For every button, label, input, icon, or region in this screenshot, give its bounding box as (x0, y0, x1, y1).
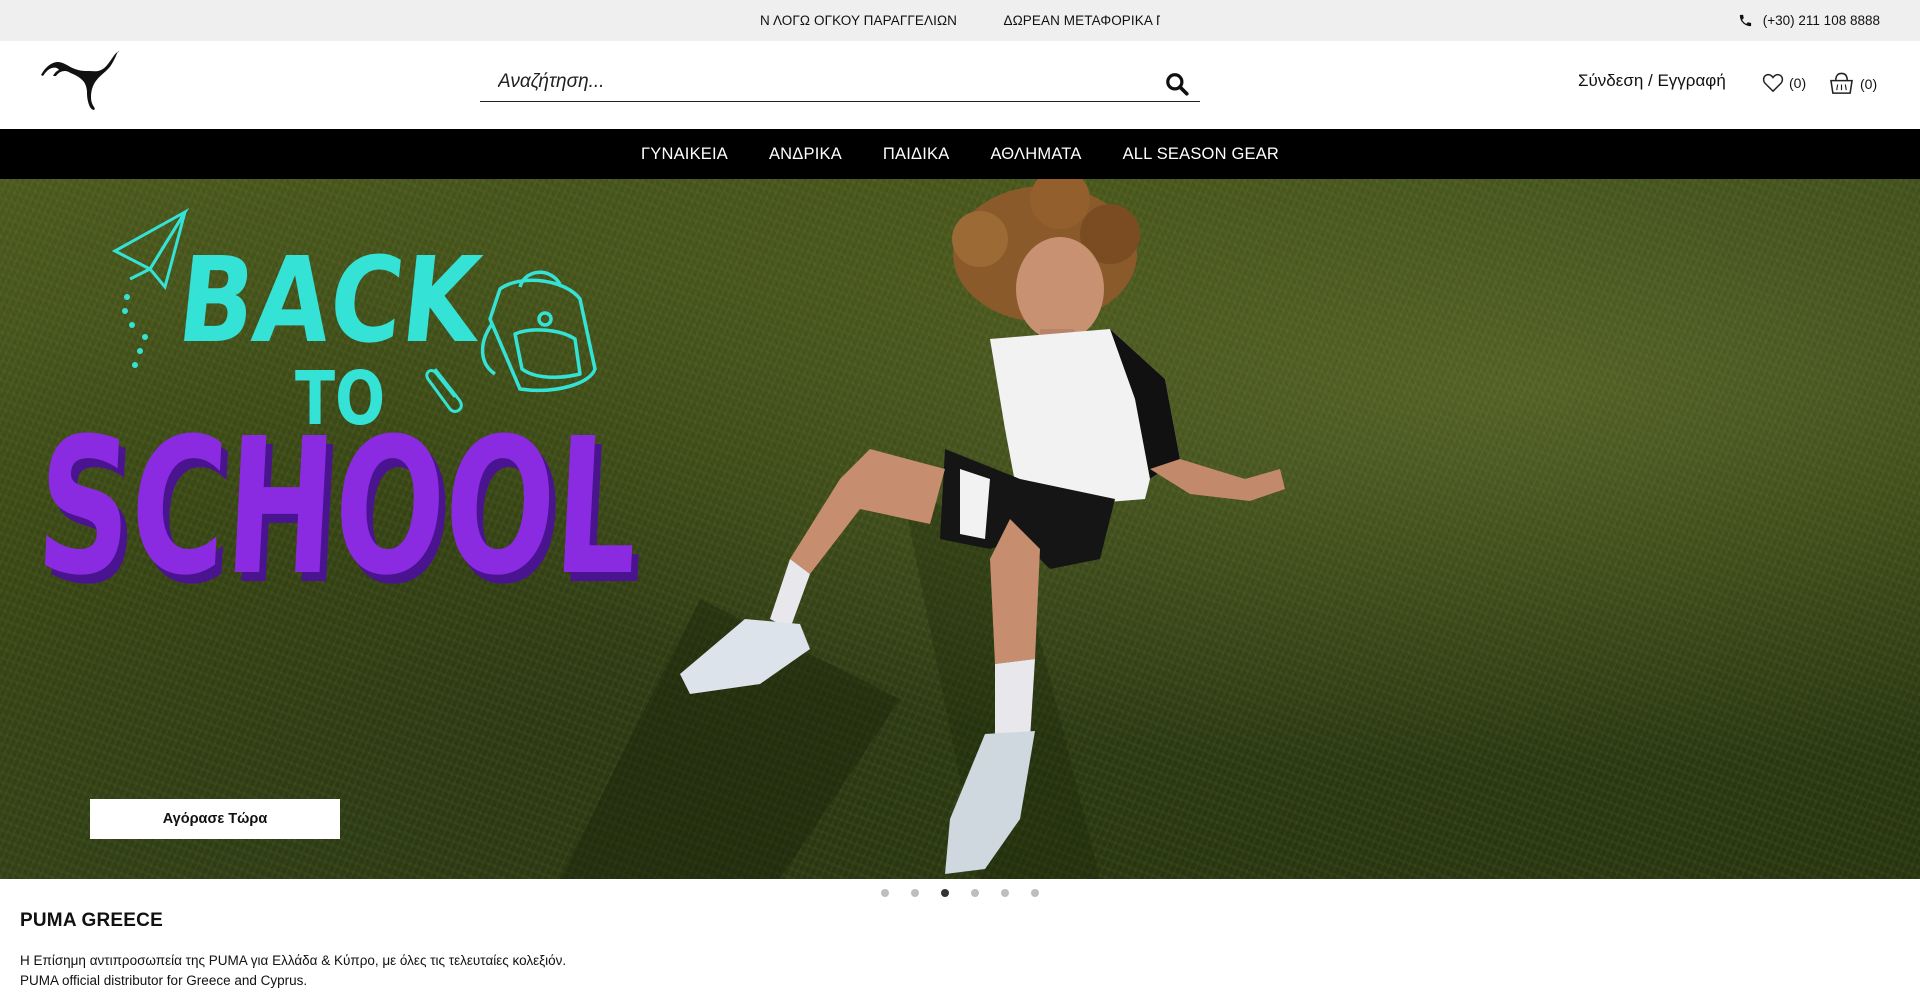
dotted-trail-doodle (122, 294, 148, 368)
main-nav: ΓΥΝΑΙΚΕΙΑ ΑΝΔΡΙΚΑ ΠΑΙΔΙΚΑ ΑΘΛΗΜΑΤΑ ALL S… (0, 129, 1920, 179)
heart-icon (1762, 73, 1784, 93)
bag-icon (1830, 72, 1853, 94)
contact-phone[interactable]: (+30) 211 108 8888 (1738, 0, 1880, 41)
search-icon[interactable] (1164, 71, 1190, 97)
ticker-message: Ν ΛΟΓΩ ΟΓΚΟΥ ΠΑΡΑΓΓΕΛΙΩΝ (760, 13, 958, 28)
nav-item-all-season-gear[interactable]: ALL SEASON GEAR (1123, 145, 1279, 164)
cart-button[interactable]: (0) (1828, 72, 1877, 95)
nav-item-women[interactable]: ΓΥΝΑΙΚΕΙΑ (641, 145, 728, 164)
search-bar (480, 63, 1200, 102)
cart-count: (0) (1860, 75, 1878, 92)
about-description-en: PUMA official distributor for Greece and… (20, 973, 308, 988)
carousel-dot[interactable] (971, 889, 979, 897)
carousel-dot[interactable] (1001, 889, 1009, 897)
hero-banner[interactable]: BACK TO SCHOOL SCHOOL Αγόρασε Τώρα (0, 179, 1920, 879)
nav-item-men[interactable]: ΑΝΔΡΙΚΑ (769, 145, 842, 164)
backpack-doodle (480, 270, 597, 393)
announcement-bar: Ν ΛΟΓΩ ΟΓΚΟΥ ΠΑΡΑΓΓΕΛΙΩΝ ΔΩΡΕΑΝ ΜΕΤΑΦΟΡΙ… (0, 0, 1920, 41)
shop-now-button[interactable]: Αγόρασε Τώρα (90, 799, 340, 839)
site-header: Σύνδεση / Εγγραφή (0) (0) (0, 41, 1920, 129)
login-register-link[interactable]: Σύνδεση / Εγγραφή (1578, 71, 1726, 91)
about-description: Η Επίσημη αντιπροσωπεία της PUMA για Ελλ… (20, 953, 567, 968)
puma-logo[interactable] (38, 51, 120, 117)
hero-artwork: BACK TO SCHOOL SCHOOL (32, 179, 1285, 879)
phone-icon (1739, 14, 1751, 27)
paper-plane-doodle (111, 207, 190, 291)
hero-headline-school: SCHOOL SCHOOL (32, 398, 650, 626)
ticker-message: ΔΩΡΕΑΝ ΜΕΤΑΦΟΡΙΚΑ ΓΙΑ (1003, 13, 1160, 28)
carousel-indicators (0, 885, 1920, 901)
nav-item-kids[interactable]: ΠΑΙΔΙΚΑ (883, 145, 950, 164)
carousel-dot[interactable] (911, 889, 919, 897)
carousel-dot-active[interactable] (941, 889, 949, 897)
svg-text:SCHOOL: SCHOOL (32, 398, 643, 617)
hero-headline-back: BACK (172, 231, 490, 369)
carousel-dot[interactable] (1031, 889, 1039, 897)
carousel-dot[interactable] (881, 889, 889, 897)
search-input[interactable] (498, 67, 1138, 97)
wishlist-count: (0) (1789, 75, 1807, 91)
announcement-ticker: Ν ΛΟΓΩ ΟΓΚΟΥ ΠΑΡΑΓΓΕΛΙΩΝ ΔΩΡΕΑΝ ΜΕΤΑΦΟΡΙ… (740, 0, 1160, 41)
about-title: PUMA GREECE (20, 910, 163, 931)
phone-number: (+30) 211 108 8888 (1762, 13, 1880, 28)
wishlist-button[interactable]: (0) (1762, 73, 1806, 93)
nav-item-sports[interactable]: ΑΘΛΗΜΑΤΑ (990, 145, 1081, 164)
